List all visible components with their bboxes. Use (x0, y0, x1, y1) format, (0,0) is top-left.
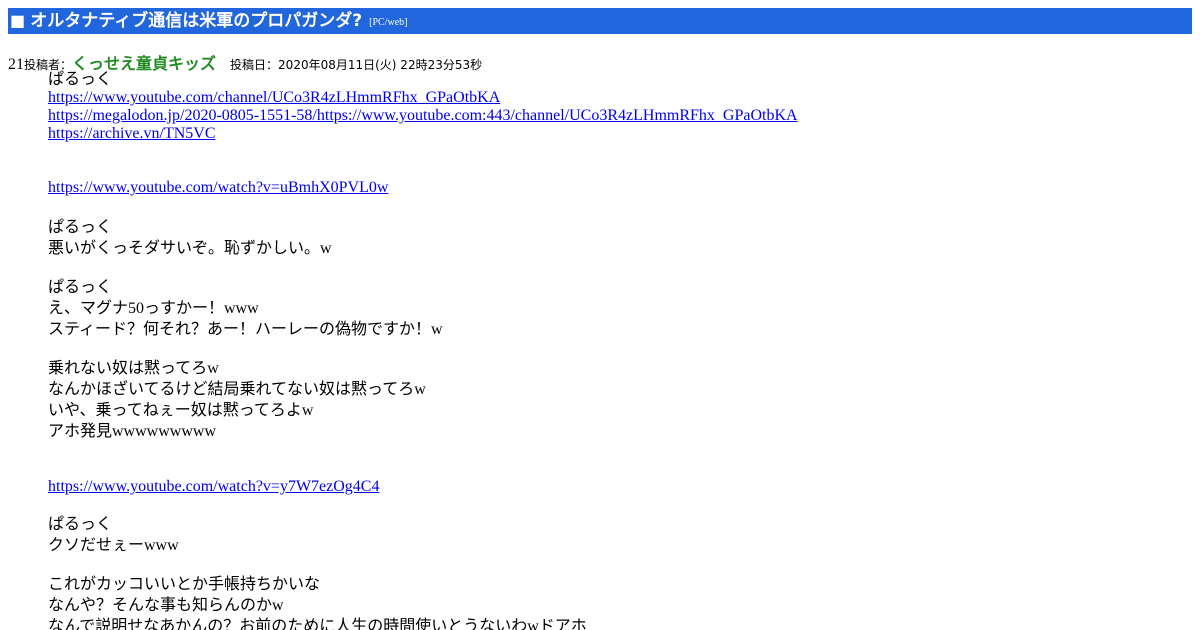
comment-block: ぱるっく クソだせぇーwww これがカッコいいとか手帳持ちかいな なんや？そんな… (48, 514, 1188, 630)
channel-link[interactable]: https://www.youtube.com/channel/UCo3R4zL… (48, 89, 1188, 107)
comment-line: スティード？何それ？あー！ハーレーの偽物ですか！w (48, 321, 443, 338)
video-link[interactable]: https://www.youtube.com/watch?v=uBmhX0PV… (48, 179, 1188, 197)
comment-line: なんかほざいてるけど結局乗れてない奴は黙ってろw (48, 381, 426, 398)
comment-line: 乗れない奴は黙ってろw (48, 360, 219, 377)
date-label: 投稿日： (230, 58, 279, 72)
comment-block: ぱるっく 悪いがくっそダサいぞ。恥ずかしい。w ぱるっく え、マグナ50っすかー… (48, 217, 1188, 442)
comment-line: いや、乗ってねぇー奴は黙ってろよw (48, 402, 314, 419)
archive-vn-link[interactable]: https://archive.vn/TN5VC (48, 125, 1188, 143)
comment-line: なんや？そんな事も知らんのかw (48, 597, 284, 614)
comment-line: これがカッコいいとか手帳持ちかいな (48, 576, 321, 593)
thread-title-bar: ■ オルタナティブ通信は米軍のプロパガンダ? [PC/web] (8, 8, 1192, 34)
comment-line: クソだせぇーwww (48, 537, 179, 554)
thread-title: オルタナティブ通信は米軍のプロパガンダ? (30, 11, 363, 31)
comment-author-name: ぱるっく (48, 71, 113, 88)
comment-line: 悪いがくっそダサいぞ。恥ずかしい。w (48, 240, 332, 257)
comment-line: え、マグナ50っすかー！www (48, 300, 259, 317)
comment-line: なんで説明せなあかんの？お前のために人生の時間使いとうないわwドアホ (48, 618, 587, 630)
comment-line: アホ発見wwwwwwwww (48, 423, 216, 440)
megalodon-archive-link[interactable]: https://megalodon.jp/2020-0805-1551-58/h… (48, 107, 1188, 125)
post-body: ぱるっく https://www.youtube.com/channel/UCo… (48, 71, 1188, 630)
comment-line: ぱるっく (48, 516, 113, 533)
comment-line: ぱるっく (48, 279, 113, 296)
comment-line: ぱるっく (48, 219, 113, 236)
post-date: 2020年08月11日(火) 22時23分53秒 (278, 58, 483, 72)
post-number: 21 (8, 56, 24, 73)
video-link[interactable]: https://www.youtube.com/watch?v=y7W7ezOg… (48, 478, 1188, 496)
author-label: 投稿者： (24, 58, 73, 72)
title-square-marker: ■ (10, 11, 26, 30)
thread-tag: [PC/web] (369, 17, 408, 28)
